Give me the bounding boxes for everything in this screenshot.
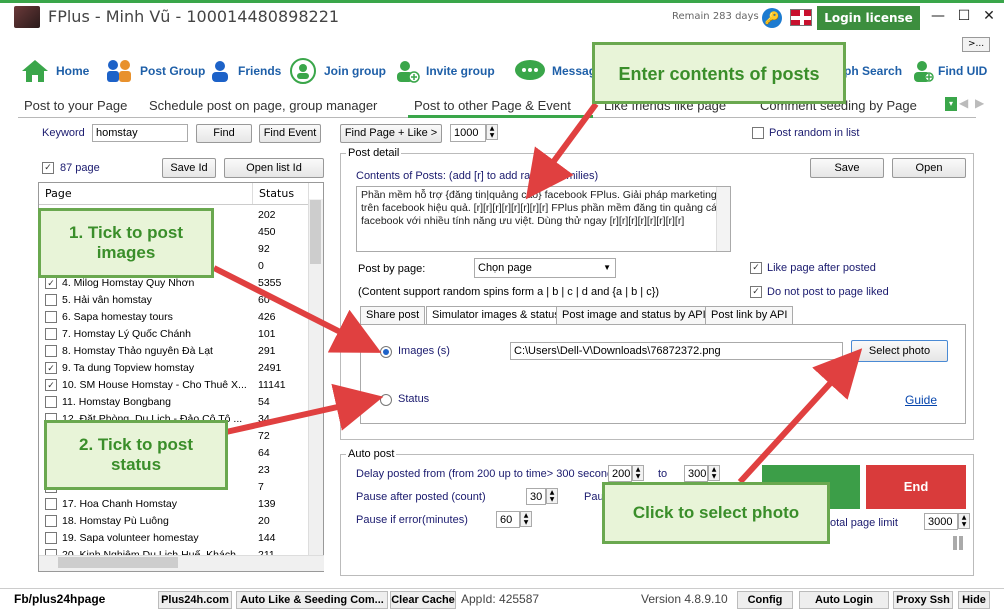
annotation-arrows — [212, 102, 863, 485]
callout-tick-images: 1. Tick to post images — [38, 208, 214, 278]
arrow-to-status — [225, 383, 384, 435]
arrow-to-images — [212, 265, 382, 353]
callout-enter-contents: Enter contents of posts — [592, 42, 846, 104]
callout-click-select: Click to select photo — [602, 482, 830, 544]
arrow-to-select-photo — [737, 348, 863, 485]
callout-tick-status: 2. Tick to post status — [44, 420, 228, 490]
arrow-to-content — [525, 102, 599, 200]
